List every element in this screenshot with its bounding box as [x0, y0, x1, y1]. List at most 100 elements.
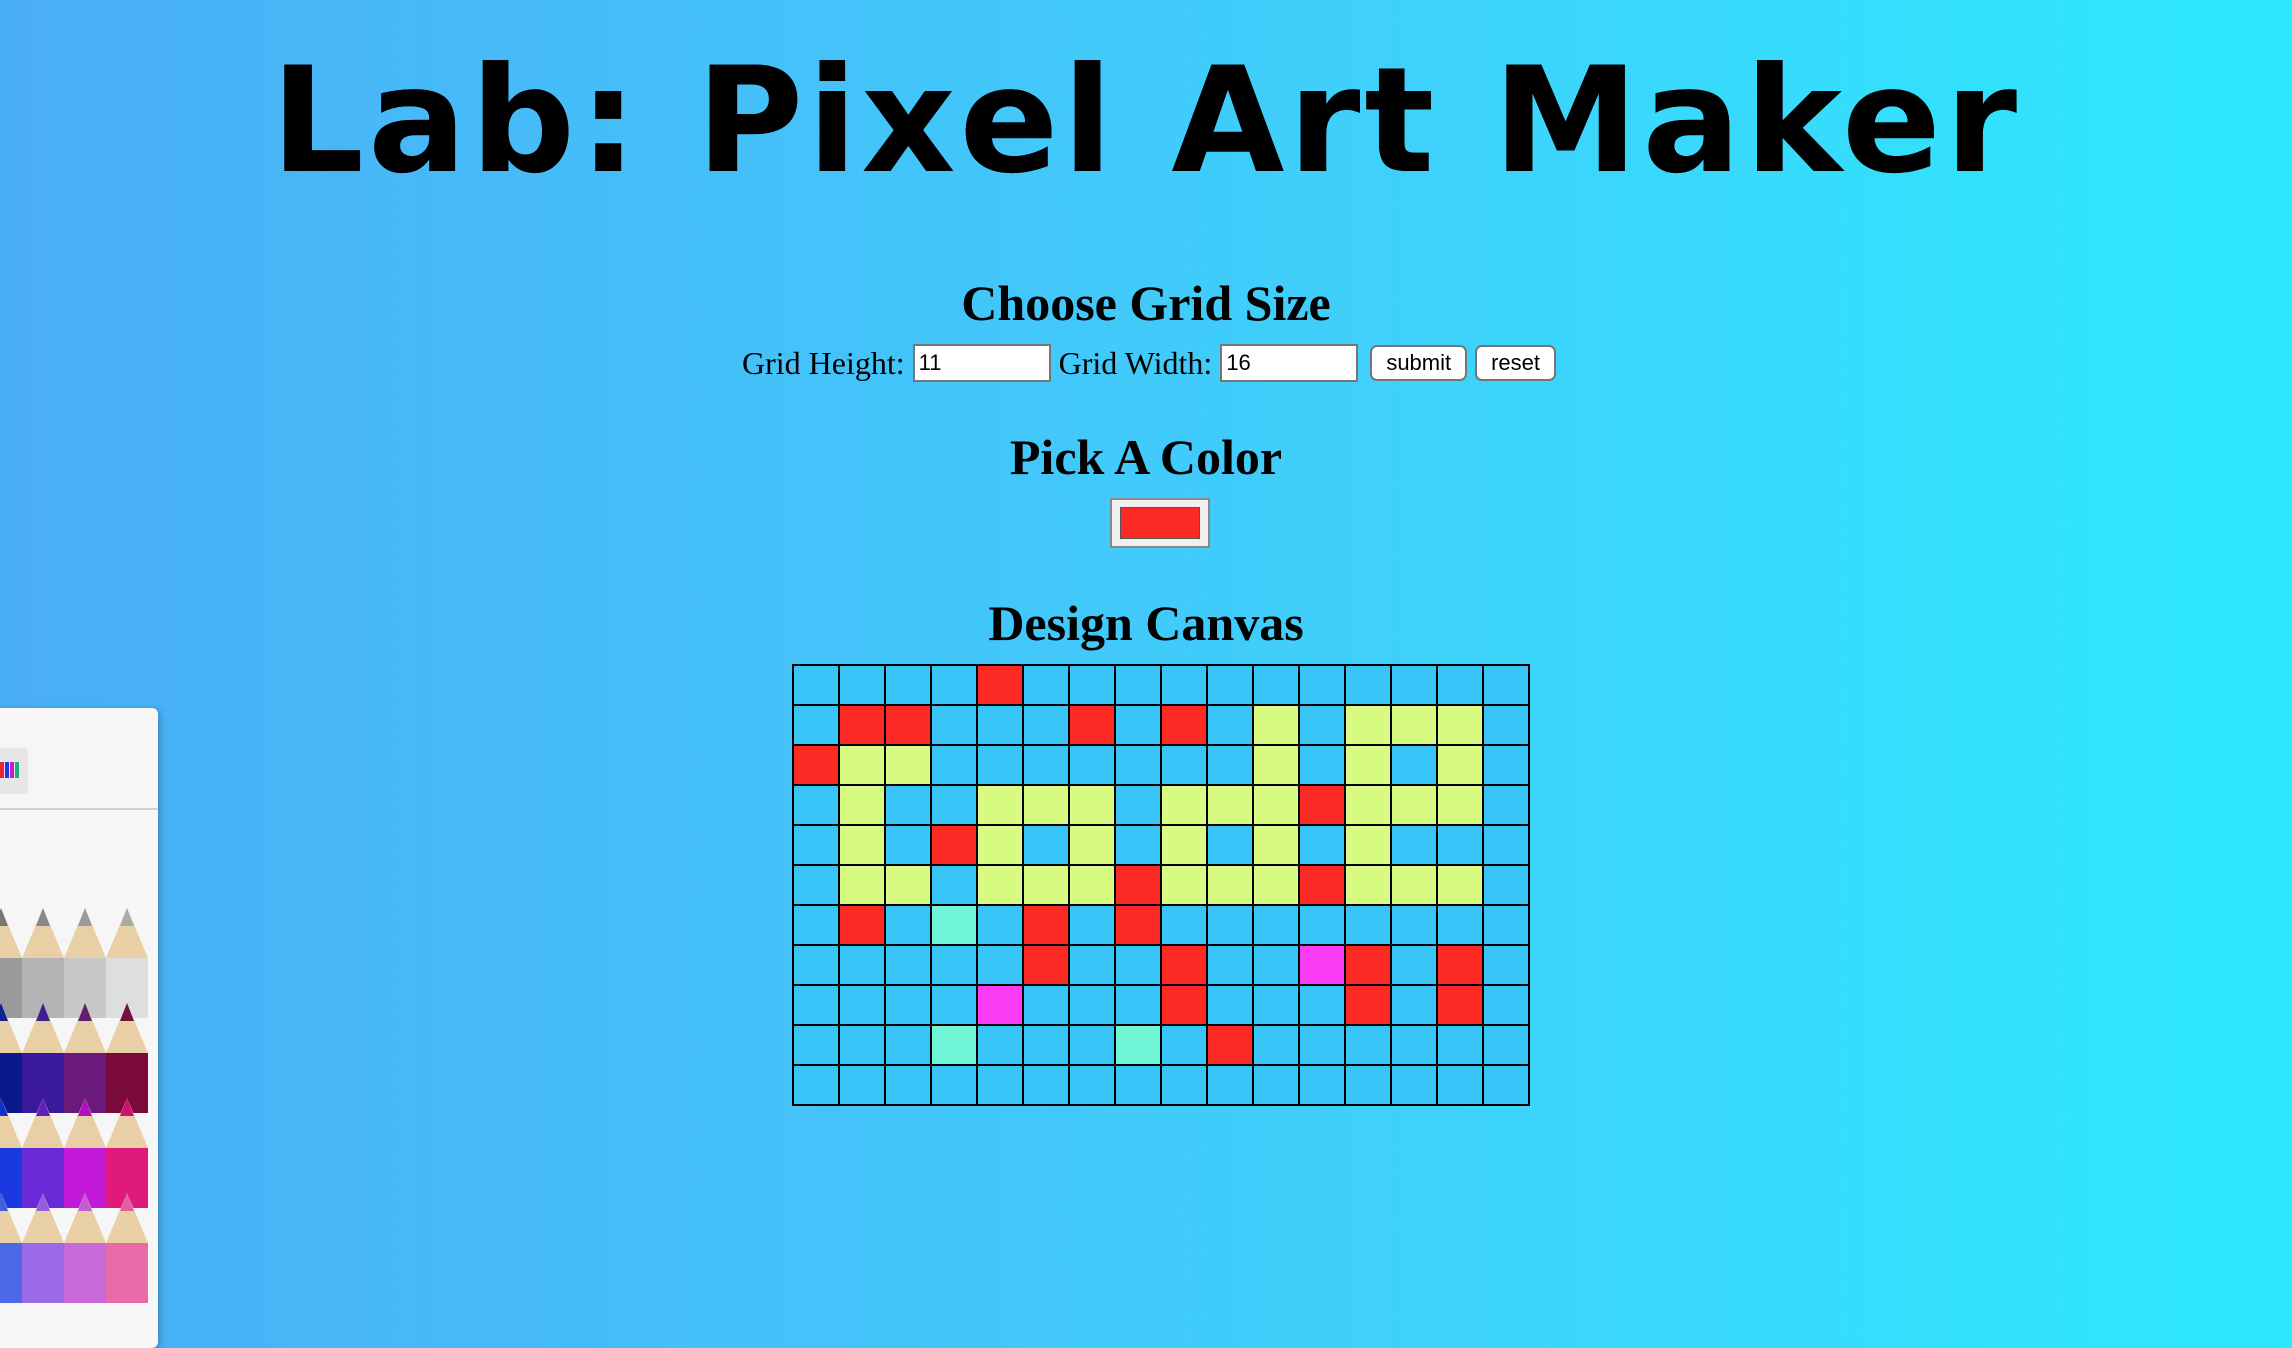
pixel-cell[interactable] — [884, 664, 932, 706]
pixel-cell[interactable] — [1022, 704, 1070, 746]
pixel-cell[interactable] — [838, 704, 886, 746]
pixel-cell[interactable] — [930, 904, 978, 946]
pixel-cell[interactable] — [1206, 984, 1254, 1026]
pixel-cell[interactable] — [1298, 824, 1346, 866]
pixel-cell[interactable] — [1436, 864, 1484, 906]
pixel-cell[interactable] — [930, 1064, 978, 1106]
pixel-cell[interactable] — [976, 904, 1024, 946]
pixel-cell[interactable] — [1160, 824, 1208, 866]
pixel-cell[interactable] — [884, 704, 932, 746]
color-picker[interactable] — [1110, 498, 1210, 548]
pixel-cell[interactable] — [1114, 984, 1162, 1026]
pixel-cell[interactable] — [1068, 944, 1116, 986]
pixel-cell[interactable] — [1022, 864, 1070, 906]
pixel-cell[interactable] — [792, 704, 840, 746]
color-pencils-picker[interactable] — [0, 908, 158, 1348]
pixel-cell[interactable] — [1482, 864, 1530, 906]
pixel-cell[interactable] — [930, 664, 978, 706]
pixel-cell[interactable] — [1436, 744, 1484, 786]
pixel-cell[interactable] — [1390, 864, 1438, 906]
pixel-cell[interactable] — [1344, 704, 1392, 746]
pixel-cell[interactable] — [838, 824, 886, 866]
pixel-cell[interactable] — [976, 944, 1024, 986]
pixel-cell[interactable] — [1068, 824, 1116, 866]
pixel-cell[interactable] — [1252, 864, 1300, 906]
pixel-cell[interactable] — [1390, 944, 1438, 986]
pixel-cell[interactable] — [884, 864, 932, 906]
pixel-cell[interactable] — [930, 864, 978, 906]
pixel-cell[interactable] — [1022, 1024, 1070, 1066]
pixel-cell[interactable] — [930, 744, 978, 786]
pixel-cell[interactable] — [1068, 1024, 1116, 1066]
pixel-cell[interactable] — [1436, 944, 1484, 986]
pixel-cell[interactable] — [1114, 824, 1162, 866]
pixel-cell[interactable] — [1252, 1064, 1300, 1106]
pixel-cell[interactable] — [1206, 744, 1254, 786]
pixel-cell[interactable] — [1344, 744, 1392, 786]
pixel-cell[interactable] — [1436, 1064, 1484, 1106]
pixel-cell[interactable] — [1298, 904, 1346, 946]
pixel-cell[interactable] — [838, 784, 886, 826]
pixel-cell[interactable] — [792, 864, 840, 906]
pixel-cell[interactable] — [930, 944, 978, 986]
pixel-cell[interactable] — [1344, 664, 1392, 706]
pixel-cell[interactable] — [1482, 1064, 1530, 1106]
pixel-cell[interactable] — [1436, 704, 1484, 746]
pixel-cell[interactable] — [1390, 984, 1438, 1026]
pixel-cell[interactable] — [1298, 864, 1346, 906]
pixel-cell[interactable] — [792, 984, 840, 1026]
pixel-cell[interactable] — [1022, 1064, 1070, 1106]
pixel-cell[interactable] — [1160, 944, 1208, 986]
pixel-cell[interactable] — [1252, 1024, 1300, 1066]
pixel-cell[interactable] — [1206, 1024, 1254, 1066]
pixel-cell[interactable] — [1252, 904, 1300, 946]
pixel-cell[interactable] — [1068, 984, 1116, 1026]
pixel-cell[interactable] — [1160, 664, 1208, 706]
pixel-cell[interactable] — [1482, 664, 1530, 706]
pixel-cell[interactable] — [838, 904, 886, 946]
pixel-cell[interactable] — [884, 904, 932, 946]
pixel-cell[interactable] — [1482, 984, 1530, 1026]
color-pencils-tab-button[interactable] — [0, 748, 28, 794]
pixel-cell[interactable] — [1252, 824, 1300, 866]
pixel-cell[interactable] — [1068, 864, 1116, 906]
pixel-cell[interactable] — [1068, 904, 1116, 946]
pixel-cell[interactable] — [1160, 744, 1208, 786]
pixel-cell[interactable] — [1160, 784, 1208, 826]
pixel-cell[interactable] — [792, 904, 840, 946]
pixel-cell[interactable] — [1436, 824, 1484, 866]
pencil-body[interactable] — [106, 1243, 148, 1303]
pixel-cell[interactable] — [1298, 784, 1346, 826]
pixel-cell[interactable] — [976, 1024, 1024, 1066]
pixel-cell[interactable] — [792, 1064, 840, 1106]
pixel-cell[interactable] — [1482, 824, 1530, 866]
pixel-cell[interactable] — [1068, 744, 1116, 786]
pixel-cell[interactable] — [1068, 1064, 1116, 1106]
pixel-cell[interactable] — [1206, 944, 1254, 986]
pixel-cell[interactable] — [792, 784, 840, 826]
pixel-cell[interactable] — [976, 784, 1024, 826]
pixel-cell[interactable] — [1436, 664, 1484, 706]
pixel-cell[interactable] — [1068, 784, 1116, 826]
pixel-cell[interactable] — [1022, 904, 1070, 946]
pixel-cell[interactable] — [1252, 944, 1300, 986]
pixel-cell[interactable] — [1436, 984, 1484, 1026]
pixel-cell[interactable] — [1206, 1064, 1254, 1106]
pixel-cell[interactable] — [1114, 664, 1162, 706]
pixel-cell[interactable] — [1114, 704, 1162, 746]
grid-width-input[interactable]: 16 — [1220, 344, 1359, 382]
pixel-cell[interactable] — [1114, 944, 1162, 986]
pencil-body[interactable] — [0, 1243, 22, 1303]
pixel-cell[interactable] — [838, 744, 886, 786]
pixel-cell[interactable] — [1252, 704, 1300, 746]
pixel-cell[interactable] — [1298, 704, 1346, 746]
pixel-cell[interactable] — [1206, 904, 1254, 946]
pixel-cell[interactable] — [792, 1024, 840, 1066]
grid-height-input[interactable]: 11 — [912, 344, 1051, 382]
pixel-cell[interactable] — [884, 1024, 932, 1066]
pixel-cell[interactable] — [838, 984, 886, 1026]
pixel-cell[interactable] — [1482, 1024, 1530, 1066]
pixel-cell[interactable] — [1114, 1024, 1162, 1066]
pixel-cell[interactable] — [1206, 704, 1254, 746]
pixel-cell[interactable] — [1390, 904, 1438, 946]
